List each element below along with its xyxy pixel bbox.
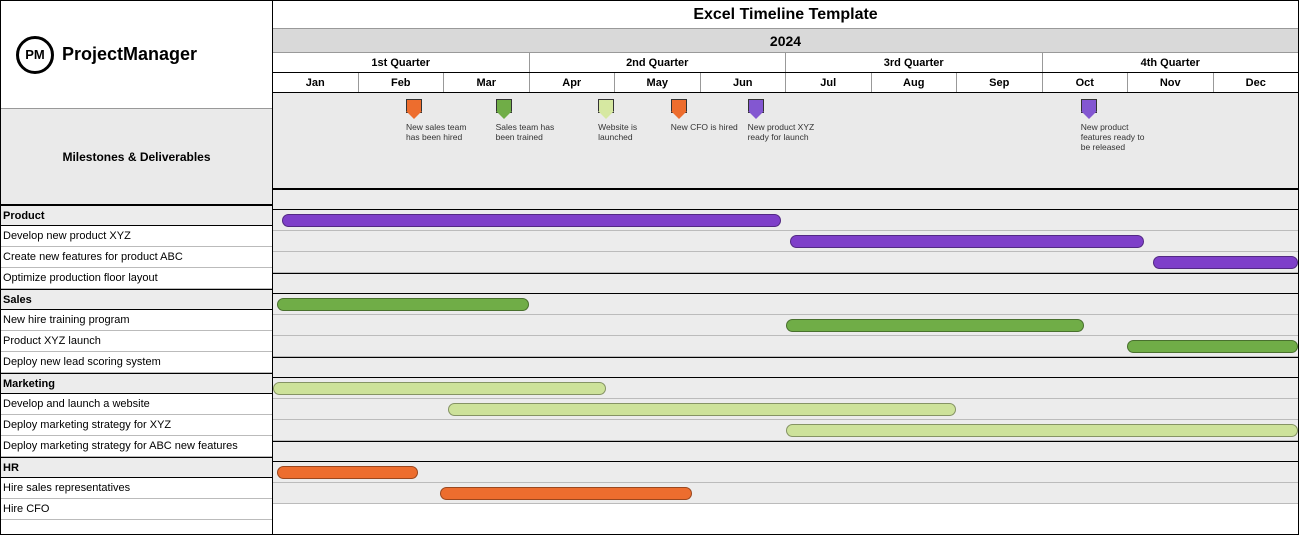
month-cell: Aug <box>872 73 958 92</box>
task-label: Develop new product XYZ <box>1 226 272 247</box>
gantt-row <box>273 315 1298 336</box>
task-label: Develop and launch a website <box>1 394 272 415</box>
chart-title: Excel Timeline Template <box>273 1 1298 29</box>
quarter-row: 1st Quarter2nd Quarter3rd Quarter4th Qua… <box>273 53 1298 73</box>
right-column: Excel Timeline Template 2024 1st Quarter… <box>273 1 1298 534</box>
left-column: PM ProjectManager Milestones & Deliverab… <box>1 1 273 534</box>
gantt-row <box>273 252 1298 273</box>
milestone-marker: New sales team has been hired <box>406 99 476 143</box>
milestone-label: Website is launched <box>598 123 668 143</box>
gantt-row <box>273 231 1298 252</box>
milestone-label: New product features ready to be release… <box>1081 123 1151 152</box>
gantt-bar <box>440 487 692 500</box>
task-labels: ProductDevelop new product XYZCreate new… <box>1 205 272 520</box>
gantt-bar <box>786 319 1085 332</box>
quarter-cell: 1st Quarter <box>273 53 530 72</box>
month-cell: Sep <box>957 73 1043 92</box>
milestone-label: New sales team has been hired <box>406 123 476 143</box>
gantt-bar <box>1127 340 1298 353</box>
down-arrow-icon <box>1081 99 1097 119</box>
group-header: Product <box>1 205 272 226</box>
gantt-row <box>273 399 1298 420</box>
down-arrow-icon <box>406 99 422 119</box>
month-cell: Apr <box>530 73 616 92</box>
month-cell: Oct <box>1043 73 1129 92</box>
milestone-marker: New product features ready to be release… <box>1081 99 1151 152</box>
task-label: New hire training program <box>1 310 272 331</box>
gantt-bar <box>448 403 956 416</box>
task-label: Hire sales representatives <box>1 478 272 499</box>
down-arrow-icon <box>496 99 512 119</box>
gantt-bar <box>1153 256 1298 269</box>
gantt-bar <box>790 235 1144 248</box>
milestone-marker: New product XYZ ready for launch <box>748 99 818 143</box>
down-arrow-icon <box>671 99 687 119</box>
task-label: Hire CFO <box>1 499 272 520</box>
gantt-row <box>273 378 1298 399</box>
gantt-bar <box>277 466 418 479</box>
milestone-marker: New CFO is hired <box>671 99 741 133</box>
gantt-bar <box>282 214 782 227</box>
month-cell: May <box>615 73 701 92</box>
quarter-cell: 4th Quarter <box>1043 53 1299 72</box>
gantt-bar <box>277 298 529 311</box>
logo-badge: PM <box>16 36 54 74</box>
task-label: Create new features for product ABC <box>1 247 272 268</box>
gantt-row <box>273 483 1298 504</box>
month-cell: Jul <box>786 73 872 92</box>
group-header: Marketing <box>1 373 272 394</box>
group-header-gantt <box>273 273 1298 294</box>
down-arrow-icon <box>598 99 614 119</box>
milestone-label: Sales team has been trained <box>496 123 566 143</box>
milestone-marker: Website is launched <box>598 99 668 143</box>
timeline-template: PM ProjectManager Milestones & Deliverab… <box>0 0 1299 535</box>
month-cell: Jan <box>273 73 359 92</box>
gantt-row <box>273 294 1298 315</box>
gantt-bar <box>786 424 1299 437</box>
group-header-gantt <box>273 189 1298 210</box>
group-header-gantt <box>273 441 1298 462</box>
month-cell: Jun <box>701 73 787 92</box>
gantt-area <box>273 189 1298 504</box>
milestone-marker: Sales team has been trained <box>496 99 566 143</box>
task-label: Deploy marketing strategy for ABC new fe… <box>1 436 272 457</box>
month-cell: Dec <box>1214 73 1299 92</box>
quarter-cell: 3rd Quarter <box>786 53 1043 72</box>
logo-area: PM ProjectManager <box>1 1 272 109</box>
milestone-label: New product XYZ ready for launch <box>748 123 818 143</box>
gantt-row <box>273 210 1298 231</box>
group-header: Sales <box>1 289 272 310</box>
task-label: Deploy new lead scoring system <box>1 352 272 373</box>
gantt-bar <box>273 382 606 395</box>
task-label: Product XYZ launch <box>1 331 272 352</box>
quarter-cell: 2nd Quarter <box>530 53 787 72</box>
task-label: Optimize production floor layout <box>1 268 272 289</box>
gantt-row <box>273 420 1298 441</box>
month-cell: Mar <box>444 73 530 92</box>
gantt-row <box>273 462 1298 483</box>
task-label: Deploy marketing strategy for XYZ <box>1 415 272 436</box>
milestone-label: New CFO is hired <box>671 123 741 133</box>
logo-text: ProjectManager <box>62 44 197 65</box>
month-cell: Nov <box>1128 73 1214 92</box>
gantt-row <box>273 336 1298 357</box>
month-row: JanFebMarAprMayJunJulAugSepOctNovDec <box>273 73 1298 93</box>
milestones-area: New sales team has been hired Sales team … <box>273 93 1298 189</box>
month-cell: Feb <box>359 73 445 92</box>
down-arrow-icon <box>748 99 764 119</box>
group-header-gantt <box>273 357 1298 378</box>
group-header: HR <box>1 457 272 478</box>
milestones-header: Milestones & Deliverables <box>1 109 272 205</box>
year-header: 2024 <box>273 29 1298 53</box>
